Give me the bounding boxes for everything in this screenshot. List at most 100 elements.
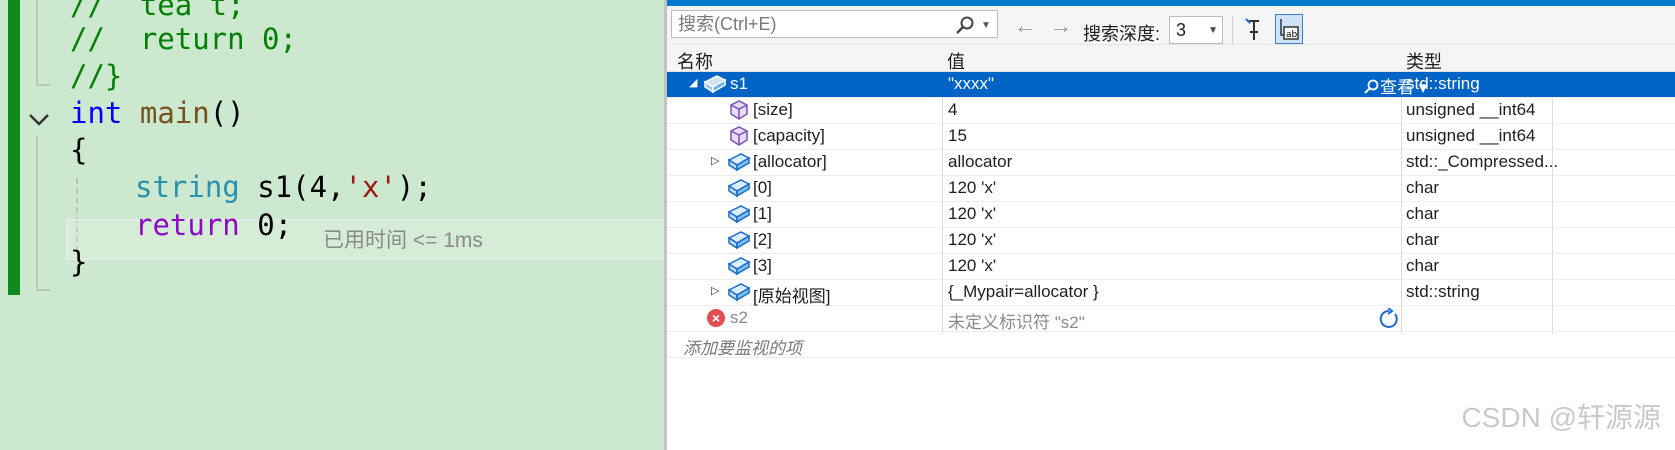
keyword-return: return xyxy=(135,208,240,242)
object-icon xyxy=(727,231,751,250)
row-value[interactable]: 120 'x' xyxy=(948,256,996,276)
collapsed-triangle-icon[interactable]: ▷ xyxy=(711,284,719,297)
row-value[interactable]: allocator xyxy=(948,152,1012,172)
chevron-down-icon: ▼ xyxy=(1208,25,1218,36)
search-box[interactable]: ▼ xyxy=(671,10,998,38)
code-line-return: return 0; xyxy=(135,206,292,245)
function-name: main xyxy=(139,96,210,130)
watermark: CSDN @轩源源 xyxy=(1461,402,1661,433)
watch-window: ▼ ← → 搜索深度: 3 ▼ ab 名称 值 类型 ◢ s1 "xxx xyxy=(667,0,1675,450)
object-icon xyxy=(727,153,751,172)
member-field-icon xyxy=(730,100,748,120)
row-name: [2] xyxy=(753,230,772,249)
watch-row-size[interactable]: [size] 4 unsigned __int64 xyxy=(667,98,1675,124)
column-header-value[interactable]: 值 xyxy=(947,48,965,74)
row-value[interactable]: 120 'x' xyxy=(948,204,996,224)
object-icon xyxy=(727,205,751,224)
toolbar-separator xyxy=(1232,16,1233,44)
row-type: unsigned __int64 xyxy=(1406,126,1536,145)
watch-row-allocator[interactable]: ▷ [allocator] allocator std::_Compressed… xyxy=(667,150,1675,176)
watch-row-element[interactable]: [2] 120 'x' char xyxy=(667,228,1675,254)
row-type: char xyxy=(1406,230,1440,249)
magnifier-icon xyxy=(1364,79,1379,94)
column-header-type[interactable]: 类型 xyxy=(1406,48,1442,74)
perf-tip[interactable]: 已用时间 <= 1ms xyxy=(323,224,483,254)
code-line: // return 0; xyxy=(70,22,297,56)
char-literal: 'x' xyxy=(344,170,397,204)
forward-arrow-icon[interactable]: → xyxy=(1048,13,1074,38)
back-arrow-icon[interactable]: ← xyxy=(1012,13,1038,38)
search-icon[interactable] xyxy=(954,14,976,36)
fold-guide-main-end xyxy=(36,289,50,291)
watch-row-element[interactable]: [1] 120 'x' char xyxy=(667,202,1675,228)
code-editor[interactable]: // tea t; // return 0; //} int main() { … xyxy=(0,0,667,450)
object-icon xyxy=(727,257,751,276)
row-value[interactable]: "xxxx" xyxy=(948,74,994,94)
row-name: [allocator] xyxy=(753,152,827,171)
watch-row-s1[interactable]: ◢ s1 "xxxx" 查看 ▾ std::string xyxy=(667,72,1675,98)
row-name: s2 xyxy=(730,308,748,327)
row-value[interactable]: {_Mypair=allocator } xyxy=(948,282,1099,302)
watch-grid: 名称 值 类型 ◢ s1 "xxxx" 查看 ▾ std::string [si… xyxy=(667,45,1675,358)
row-type: std::string xyxy=(1406,74,1480,93)
watch-row-element[interactable]: [0] 120 'x' char xyxy=(667,176,1675,202)
code-line-main: int main() xyxy=(70,94,245,133)
row-value[interactable]: 未定义标识符 "s2" xyxy=(948,308,1085,333)
search-depth-value: 3 xyxy=(1176,20,1187,40)
row-value[interactable]: 120 'x' xyxy=(948,178,996,198)
row-type: std::_Compressed... xyxy=(1406,152,1559,171)
code-line: //} xyxy=(70,59,123,93)
search-dropdown-icon[interactable]: ▼ xyxy=(978,14,994,36)
row-name: s1 xyxy=(730,74,748,93)
code-line-string-decl: string s1(4,'x'); xyxy=(135,168,432,207)
search-input[interactable] xyxy=(678,13,928,35)
expanded-triangle-icon[interactable]: ◢ xyxy=(689,76,697,89)
code-line: } xyxy=(70,245,88,279)
watch-row-capacity[interactable]: [capacity] 15 unsigned __int64 xyxy=(667,124,1675,150)
row-type: char xyxy=(1406,256,1440,275)
code-punct: ); xyxy=(396,170,432,204)
refresh-icon[interactable] xyxy=(1378,307,1400,330)
grid-header: 名称 值 类型 xyxy=(667,45,1675,72)
fold-guide-end xyxy=(36,84,50,86)
pin-icon[interactable] xyxy=(1243,16,1269,44)
watch-toolbar: ▼ ← → 搜索深度: 3 ▼ ab xyxy=(667,6,1675,45)
type-string: string xyxy=(135,170,240,204)
row-value[interactable]: 120 'x' xyxy=(948,230,996,250)
row-name: [1] xyxy=(753,204,772,223)
code-punct: () xyxy=(209,96,245,130)
error-icon: × xyxy=(707,309,725,327)
object-icon xyxy=(703,75,727,94)
row-type: char xyxy=(1406,178,1440,197)
row-name: [0] xyxy=(753,178,772,197)
row-value[interactable]: 15 xyxy=(948,126,967,146)
watch-row-s2[interactable]: × s2 未定义标识符 "s2" xyxy=(667,306,1675,332)
member-field-icon xyxy=(730,126,748,146)
object-icon xyxy=(727,179,751,198)
collapsed-triangle-icon[interactable]: ▷ xyxy=(711,154,719,167)
row-name: [size] xyxy=(753,100,793,119)
row-name: [capacity] xyxy=(753,126,825,145)
keyword-int: int xyxy=(70,96,123,130)
watch-row-element[interactable]: [3] 120 'x' char xyxy=(667,254,1675,280)
search-depth-label: 搜索深度: xyxy=(1083,24,1161,44)
code-value: 0; xyxy=(239,208,293,242)
search-depth-select[interactable]: 3 ▼ xyxy=(1169,16,1223,44)
add-watch-row[interactable]: 添加要监视的项 xyxy=(667,332,1675,358)
row-value[interactable]: 4 xyxy=(948,100,957,120)
row-type: std::string xyxy=(1406,282,1480,301)
row-type: unsigned __int64 xyxy=(1406,100,1536,119)
add-watch-placeholder[interactable]: 添加要监视的项 xyxy=(683,334,802,359)
object-icon xyxy=(727,283,751,302)
row-name: [3] xyxy=(753,256,772,275)
svg-text:ab: ab xyxy=(1286,30,1298,40)
fold-guide xyxy=(36,0,38,86)
watch-row-raw-view[interactable]: ▷ [原始视图] {_Mypair=allocator } std::strin… xyxy=(667,280,1675,306)
column-header-name[interactable]: 名称 xyxy=(677,48,713,74)
code-ident: s1(4, xyxy=(239,170,345,204)
change-tracking-bar xyxy=(8,0,20,295)
code-line: { xyxy=(70,133,88,167)
hex-display-toggle-icon[interactable]: ab xyxy=(1275,14,1303,44)
fold-guide-main xyxy=(36,136,38,291)
collapse-chevron-icon[interactable] xyxy=(24,104,54,134)
